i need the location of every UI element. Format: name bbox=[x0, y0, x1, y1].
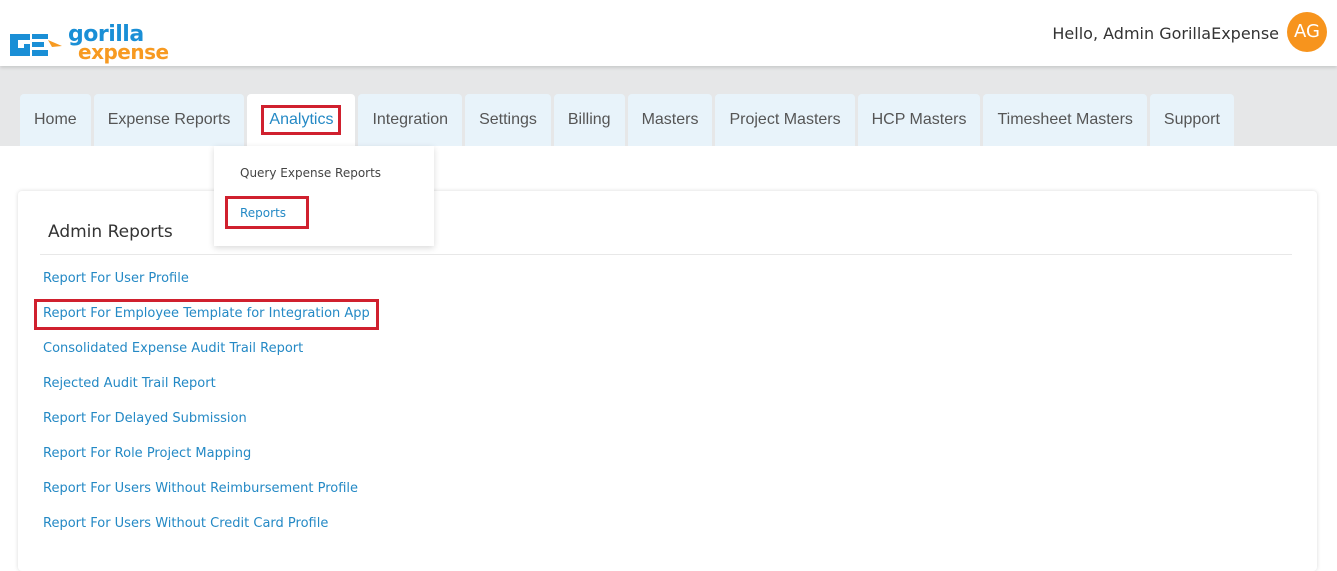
report-list: Report For User Profile Report For Emplo… bbox=[34, 271, 379, 551]
report-link-label: Consolidated Expense Audit Trail Report bbox=[43, 341, 304, 356]
list-item: Report For Users Without Reimbursement P… bbox=[43, 481, 379, 516]
tab-label: Billing bbox=[567, 111, 611, 128]
main-nav-tabs: Home Expense Reports Analytics Integrati… bbox=[20, 94, 1234, 146]
report-link-consolidated-audit-trail[interactable]: Consolidated Expense Audit Trail Report bbox=[43, 341, 379, 376]
report-link-label: Rejected Audit Trail Report bbox=[43, 376, 216, 391]
report-link-delayed-submission[interactable]: Report For Delayed Submission bbox=[43, 411, 379, 446]
tab-timesheet-masters[interactable]: Timesheet Masters bbox=[983, 94, 1147, 146]
tab-label: Support bbox=[1163, 111, 1220, 128]
title-divider bbox=[40, 254, 1292, 255]
tab-label: Integration bbox=[372, 111, 449, 128]
list-item: Consolidated Expense Audit Trail Report bbox=[43, 341, 379, 376]
app-logo[interactable]: gorilla expense bbox=[8, 24, 169, 64]
tab-masters[interactable]: Masters bbox=[627, 94, 713, 146]
report-link-label: Report For Employee Template for Integra… bbox=[34, 299, 379, 330]
tab-label: Masters bbox=[641, 111, 699, 128]
list-item: Report For Users Without Credit Card Pro… bbox=[43, 516, 379, 551]
tab-hcp-masters[interactable]: HCP Masters bbox=[857, 94, 981, 146]
report-link-employee-template[interactable]: Report For Employee Template for Integra… bbox=[34, 299, 379, 341]
tab-label: Project Masters bbox=[729, 111, 841, 128]
tab-label: Expense Reports bbox=[107, 111, 231, 128]
analytics-dropdown-menu: Query Expense Reports Reports bbox=[214, 146, 434, 246]
report-link-label: Report For Users Without Reimbursement P… bbox=[43, 481, 359, 496]
tab-integration[interactable]: Integration bbox=[358, 94, 463, 146]
report-link-label: Report For Users Without Credit Card Pro… bbox=[43, 516, 329, 531]
tab-label: Timesheet Masters bbox=[997, 111, 1133, 128]
logo-word-expense: expense bbox=[78, 40, 169, 64]
list-item: Report For Role Project Mapping bbox=[43, 446, 379, 481]
list-item: Report For Employee Template for Integra… bbox=[34, 299, 379, 341]
app-header: gorilla expense Hello, Admin GorillaExpe… bbox=[0, 0, 1337, 66]
report-link-label: Report For User Profile bbox=[43, 271, 189, 286]
report-link-label: Report For Role Project Mapping bbox=[43, 446, 252, 461]
tab-expense-reports[interactable]: Expense Reports bbox=[93, 94, 245, 146]
main-nav-band: Home Expense Reports Analytics Integrati… bbox=[0, 66, 1337, 146]
gorilla-expense-logo-icon bbox=[10, 34, 62, 56]
tab-label: Analytics bbox=[261, 105, 342, 135]
list-item: Report For Delayed Submission bbox=[43, 411, 379, 446]
user-greeting: Hello, Admin GorillaExpense bbox=[1052, 24, 1279, 43]
report-link-without-reimbursement-profile[interactable]: Report For Users Without Reimbursement P… bbox=[43, 481, 379, 516]
tab-home[interactable]: Home bbox=[20, 94, 91, 146]
tab-settings[interactable]: Settings bbox=[465, 94, 551, 146]
tab-project-masters[interactable]: Project Masters bbox=[715, 94, 855, 146]
page-title: Admin Reports bbox=[48, 222, 173, 242]
list-item: Rejected Audit Trail Report bbox=[43, 376, 379, 411]
report-link-rejected-audit-trail[interactable]: Rejected Audit Trail Report bbox=[43, 376, 379, 411]
tab-billing[interactable]: Billing bbox=[553, 94, 625, 146]
menu-item-query-expense-reports[interactable]: Query Expense Reports bbox=[240, 166, 381, 180]
admin-reports-card: Admin Reports Report For User Profile Re… bbox=[18, 191, 1317, 571]
tab-analytics[interactable]: Analytics bbox=[247, 94, 356, 146]
user-avatar[interactable]: AG bbox=[1287, 12, 1327, 52]
tab-label: Settings bbox=[479, 111, 537, 128]
tab-label: Home bbox=[34, 111, 77, 128]
tab-label: HCP Masters bbox=[871, 111, 967, 128]
tab-support[interactable]: Support bbox=[1149, 94, 1234, 146]
report-link-without-credit-card-profile[interactable]: Report For Users Without Credit Card Pro… bbox=[43, 516, 379, 551]
report-link-label: Report For Delayed Submission bbox=[43, 411, 247, 426]
menu-item-reports[interactable]: Reports bbox=[225, 196, 310, 229]
report-link-role-project-mapping[interactable]: Report For Role Project Mapping bbox=[43, 446, 379, 481]
